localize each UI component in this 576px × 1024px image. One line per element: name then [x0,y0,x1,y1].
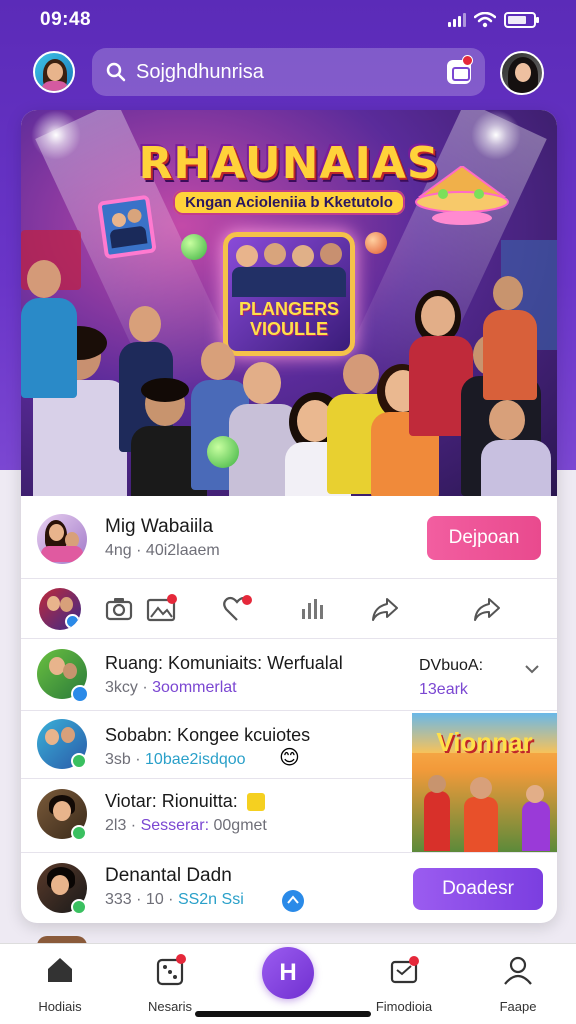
item-meta: 3kcy · [105,679,153,696]
tv-screen: PLANGERS VIOULLE [223,232,355,356]
home-icon [48,958,72,982]
tab-games[interactable]: Nesaris [120,954,220,1014]
host-avatar[interactable] [37,514,87,564]
status-bar: 09:48 [0,0,576,40]
status-icons [448,12,539,28]
user-avatar[interactable] [33,51,75,93]
stage-platform [415,166,509,225]
item-title: Ruang: Komuniaits: Werfualal [105,653,343,673]
list-item[interactable]: Ruang: Komuniaits: Werfualal 3kcy · 3oom… [21,638,557,710]
host-meta: 4ng · 40i2laaem [105,542,220,559]
forward-icon[interactable] [471,593,503,625]
tab-label: Faape [499,999,537,1014]
flag-icon [246,793,265,812]
share-icon[interactable] [369,593,401,625]
online-icon [71,899,87,915]
tv-text-line1: PLANGERS [238,299,339,319]
notification-badge [462,55,473,66]
item-title: Sobabn: Kongee kcuiotes [105,725,311,745]
host-name: Mig Wabaiila [105,516,214,537]
profile-avatar[interactable] [500,51,544,95]
gallery-icon[interactable] [145,593,177,625]
heart-icon[interactable] [221,593,253,625]
inbox-icon [390,956,419,984]
tv-text-line2: VIOULLE [249,319,328,339]
event-banner-image[interactable]: RHAUNAIAS Kngan Acioleniia b Kketutolo P… [21,110,557,496]
profile-icon [504,956,532,985]
item-meta: 2l3 · [105,817,141,834]
live-camera-icon[interactable] [447,55,473,84]
tab-label: Hodiais [38,999,82,1014]
list-item[interactable]: Denantal Dadn 333 · 10 · SS2n Ssi Doades… [21,852,557,923]
search-icon [106,62,126,82]
signal-icon [448,13,466,27]
floating-ball [365,232,387,254]
viewer-avatar[interactable] [39,588,81,630]
small-screen [97,194,157,260]
floating-ball [181,234,207,260]
dice-icon [156,954,186,986]
battery-icon [504,12,539,28]
item-meta-accent: Sesserar: [140,817,210,834]
home-indicator [195,1011,371,1017]
online-icon [71,825,87,841]
search-input[interactable]: Sojghdhunrisa [136,61,447,84]
tab-home[interactable]: Hodiais [10,954,110,1014]
item-meta-accent: 10bae2isdqoo [145,751,246,768]
item-meta: 333 · 10 · [105,891,178,908]
create-button[interactable]: H [262,947,314,999]
thumbnail-title: Vionnar [436,727,533,757]
item-meta-accent: SS2n Ssi [177,891,244,908]
item-meta-accent: 3oommerlat [152,679,237,696]
download-button[interactable]: Doadesr [413,868,543,910]
item-side-label: DVbuoA: [419,657,484,674]
online-icon [71,753,87,769]
item-meta: 3sb · [105,751,146,768]
tab-profile[interactable]: Faape [468,954,568,1014]
smiley-icon: 😊 [279,747,300,769]
item-side-value: 13eark [419,681,468,698]
music-icon[interactable] [297,593,329,625]
host-row: Mig Wabaiila 4ng · 40i2laaem Dejpoan [21,496,557,578]
search-bar[interactable]: Sojghdhunrisa [92,48,485,96]
item-title: Denantal Dadn [105,865,232,886]
status-time: 09:48 [40,9,92,30]
tab-inbox[interactable]: Fimodioia [354,954,454,1014]
top-header: Sojghdhunrisa [0,46,576,102]
event-thumbnail[interactable]: Vionnar [412,713,557,853]
action-row [21,578,557,638]
main-card: RHAUNAIAS Kngan Acioleniia b Kketutolo P… [21,110,557,923]
chevron-down-icon[interactable] [524,661,540,677]
verified-icon [71,685,89,703]
location-icon[interactable] [281,889,305,913]
item-title: Viotar: Rionuitta: [105,791,238,811]
wifi-icon [474,12,496,28]
camera-icon[interactable] [103,593,135,625]
item-meta-suffix: 00gmet [209,817,267,834]
join-button[interactable]: Dejpoan [427,516,541,560]
